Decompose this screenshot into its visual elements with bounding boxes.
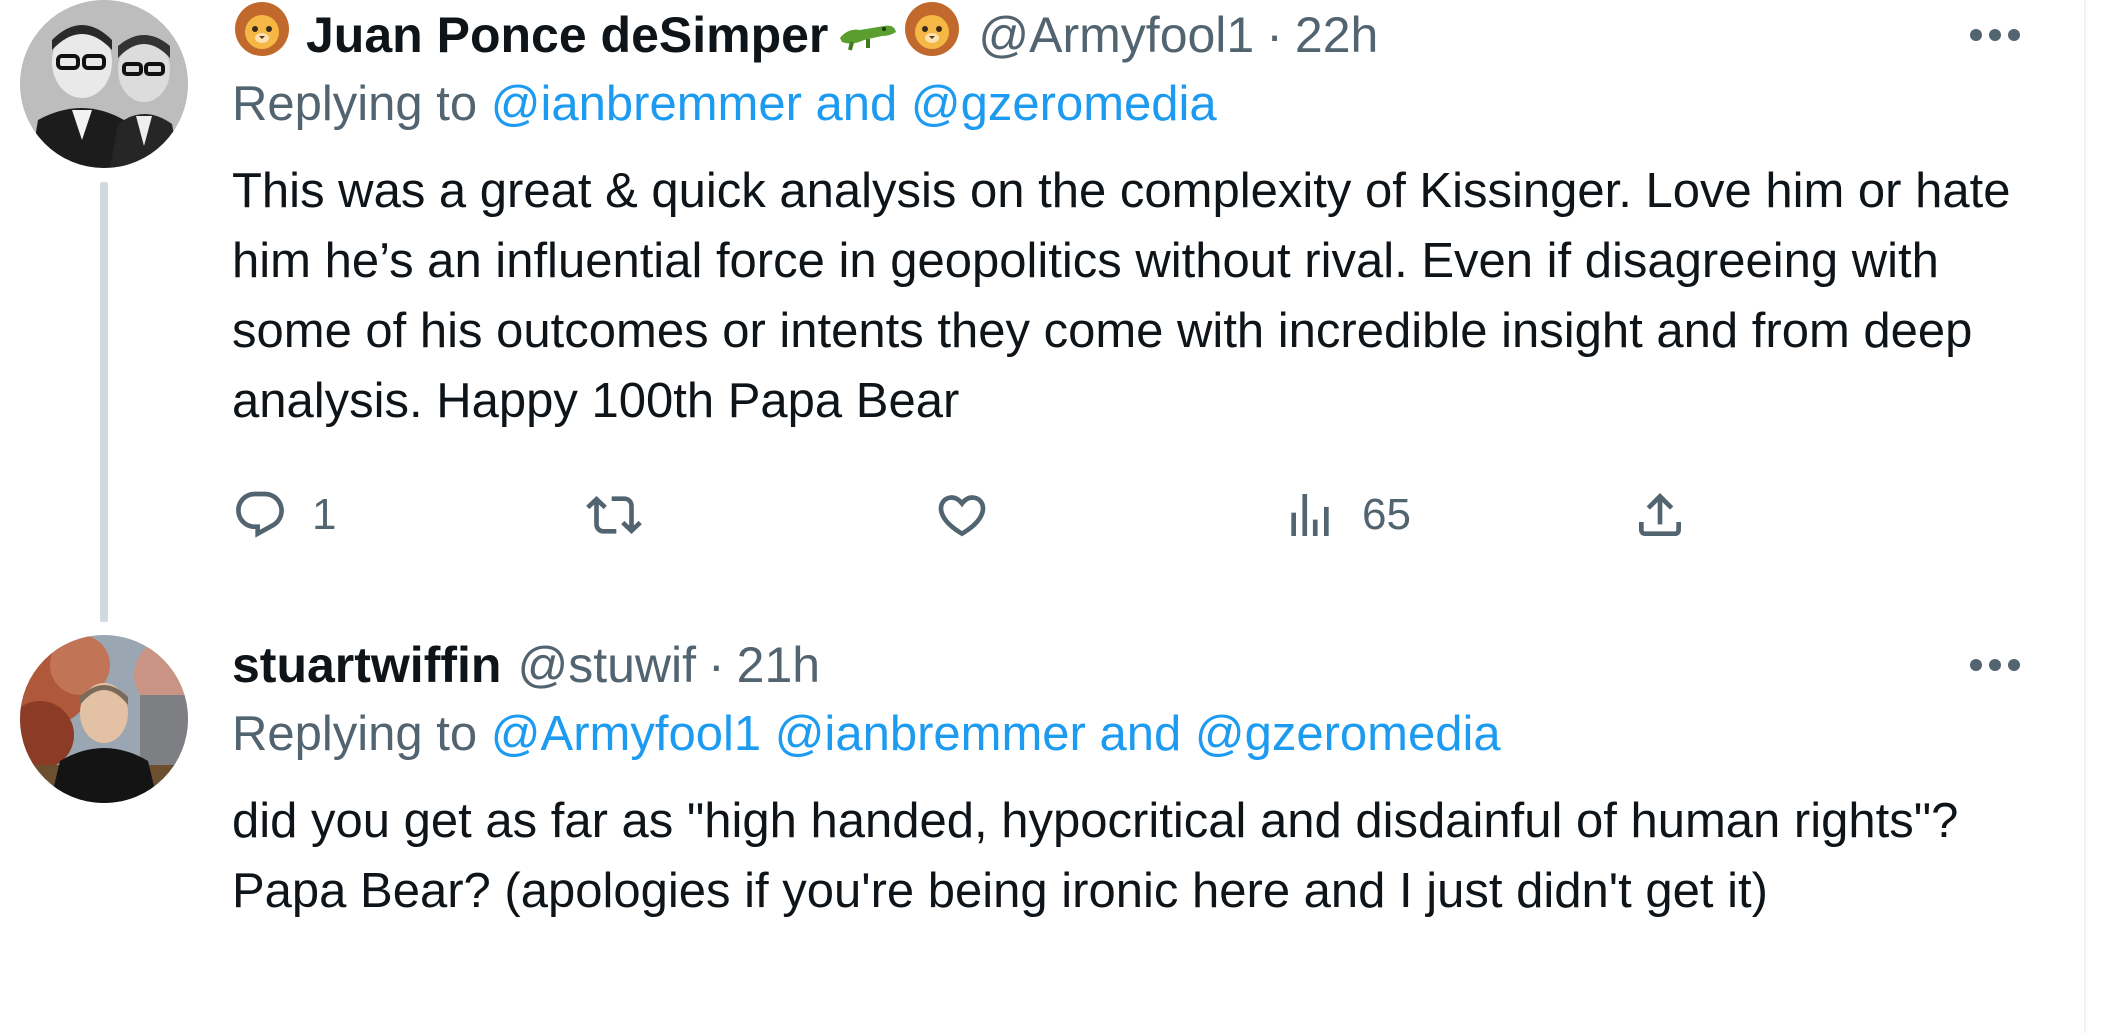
thread-connector-line [100, 182, 108, 622]
retweet-button[interactable] [586, 480, 642, 550]
display-name[interactable]: Juan Ponce deSimper [306, 6, 828, 64]
avatar[interactable] [20, 635, 188, 803]
avatar-photo-icon [20, 0, 188, 168]
user-handle[interactable]: @stuwif [517, 636, 696, 694]
user-handle[interactable]: @Armyfool1 [978, 6, 1254, 64]
views-button[interactable]: 65 [1282, 480, 1411, 550]
tweet-text: This was a great & quick analysis on the… [232, 164, 2011, 428]
replying-mentions[interactable]: @Armyfool1 @ianbremmer and @gzeromedia [491, 707, 1501, 761]
more-options-button[interactable] [1960, 10, 2030, 60]
column-border [2084, 0, 2086, 1033]
reply-count: 1 [312, 490, 337, 539]
timestamp[interactable]: 21h [737, 636, 820, 694]
avatar-photo-icon [20, 635, 188, 803]
views-bar-chart-icon [1291, 494, 1329, 536]
more-options-button[interactable] [1960, 640, 2030, 690]
share-upload-icon [1639, 493, 1681, 536]
replying-prefix: Replying to [232, 707, 491, 761]
more-horizontal-icon [1970, 659, 2020, 671]
more-horizontal-icon [1970, 29, 2020, 41]
crocodile-icon [838, 6, 898, 64]
timestamp[interactable]: 22h [1295, 6, 1378, 64]
heart-icon [938, 495, 986, 537]
display-name[interactable]: stuartwiffin [232, 636, 501, 694]
retweet-icon [586, 496, 642, 534]
replying-to: Replying to @ianbremmer and @gzeromedia [232, 76, 1217, 132]
replying-prefix: Replying to [232, 77, 491, 131]
tweet-header: Juan Ponce deSimper @Armyfool1 · 22h [232, 0, 1378, 70]
like-button[interactable] [934, 480, 990, 550]
tweet-header: stuartwiffin @stuwif · 21h [232, 630, 820, 700]
lion-face-icon [232, 0, 292, 71]
avatar[interactable] [20, 0, 188, 168]
tweet-armyfool1[interactable]: Juan Ponce deSimper @Armyfool1 · 22h Rep… [0, 0, 2060, 630]
tweet-stuwif[interactable]: stuartwiffin @stuwif · 21h Replying to @… [0, 630, 2060, 1033]
reply-button[interactable]: 1 [232, 480, 336, 550]
lion-face-icon [902, 0, 962, 71]
replying-mentions[interactable]: @ianbremmer and @gzeromedia [491, 77, 1217, 131]
replying-to: Replying to @Armyfool1 @ianbremmer and @… [232, 706, 1501, 762]
separator-dot: · [708, 637, 725, 693]
reply-icon [236, 491, 284, 538]
share-button[interactable] [1632, 480, 1688, 550]
views-count: 65 [1362, 490, 1411, 539]
tweet-actions: 1 65 [232, 480, 1732, 550]
tweet-text: did you get as far as "high handed, hypo… [232, 794, 1959, 918]
separator-dot: · [1266, 7, 1283, 63]
